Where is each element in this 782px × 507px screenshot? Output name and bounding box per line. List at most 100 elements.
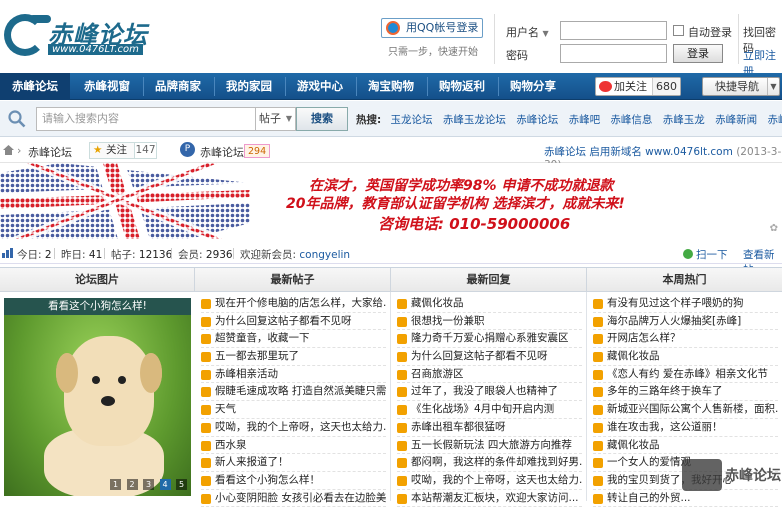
nav-item-forum[interactable]: 赤峰论坛 — [0, 73, 70, 100]
forum-stats: 今日: 2 昨日: 41 帖子: 12136 会员: 2936 欢迎新会员: c… — [0, 242, 782, 276]
list-item[interactable]: 都闷啊，我这样的条件却难找到好男... — [397, 454, 582, 472]
slide-page-button[interactable]: 3 — [143, 479, 154, 490]
logo-url: www.0476LT.com — [48, 44, 143, 55]
auto-login-label: 自动登录 — [688, 26, 732, 39]
weibo-follow-button[interactable]: 加关注 680 — [595, 77, 681, 96]
stat-posts: 帖子: 12136 — [111, 249, 173, 261]
nav-item-home[interactable]: 我的家园 — [214, 73, 284, 100]
list-item[interactable]: 看看这个小狗怎么样！ — [201, 472, 386, 490]
hot-keyword[interactable]: 玉龙论坛 — [391, 114, 433, 126]
hot-keyword[interactable]: 赤峰玉龙 — [663, 114, 705, 126]
hot-keyword[interactable]: 赤峰论坛 — [516, 114, 558, 126]
list-item[interactable]: 开网店怎么样？ — [593, 330, 778, 349]
hot-keyword[interactable]: 赤峰信息 — [610, 114, 652, 126]
nav-item-window[interactable]: 赤峰视窗 — [72, 73, 142, 100]
list-item[interactable]: 为什么回复这帖子都看不见呀 — [201, 313, 386, 331]
username-label[interactable]: 用户名 ▼ — [506, 24, 549, 40]
chevron-right-icon: › — [17, 144, 22, 157]
nav-item-rebate[interactable]: 购物返利 — [427, 73, 497, 100]
list-item[interactable]: 藏佩化妆品 — [593, 437, 778, 455]
hot-keyword[interactable]: 赤峰 — [767, 114, 782, 126]
list-item[interactable]: 现在开个修电脑的店怎么样，大家给... — [201, 295, 386, 313]
login-button[interactable]: 登录 — [673, 44, 723, 63]
post-icon — [397, 334, 407, 345]
post-icon — [593, 440, 603, 451]
nav-item-share[interactable]: 购物分享 — [498, 73, 568, 100]
list-item[interactable]: 为什么回复这帖子都看不见呀 — [397, 348, 582, 366]
forum-follow-button[interactable]: ★ 关注 147 — [89, 142, 157, 159]
chevron-down-icon: ▼ — [285, 114, 292, 123]
auto-login-checkbox[interactable] — [673, 25, 684, 36]
list-item[interactable]: 本站帮潮友汇板块，欢迎大家访问... — [397, 490, 582, 507]
list-item[interactable]: 藏佩化妆品 — [397, 295, 582, 313]
list-item[interactable]: 五一都去那里玩了 — [201, 348, 386, 366]
hot-keyword[interactable]: 赤峰新闻 — [715, 114, 757, 126]
list-item[interactable]: 赤峰相亲活动 — [201, 366, 386, 384]
post-icon — [593, 334, 603, 345]
list-item[interactable]: 哎呦，我的个上帝呀，这天也太给力... — [201, 419, 386, 437]
hot-keyword[interactable]: 赤峰吧 — [569, 114, 601, 126]
list-item[interactable]: 很想找一份兼职 — [397, 313, 582, 331]
list-item[interactable]: 假睫毛速成攻略 打造自然派美睫只需... — [201, 383, 386, 402]
new-replies-list: 藏佩化妆品 很想找一份兼职 隆力奇千万爱心捐赠心系雅安震区 为什么回复这帖子都看… — [391, 292, 587, 507]
list-item[interactable]: 过年了，我没了眼袋人也精神了 — [397, 383, 582, 402]
slide-page-button[interactable]: 4 — [159, 479, 171, 490]
search-type-value: 帖子 — [259, 112, 281, 125]
site-logo[interactable]: 赤峰论坛 www.0476LT.com — [4, 12, 154, 58]
search-button[interactable]: 搜索 — [296, 107, 348, 131]
list-item[interactable]: 小心变阴阳脸 女孩引必看去在边脸美容... — [201, 490, 386, 507]
list-item[interactable]: 新人来报道了！ — [201, 454, 386, 472]
post-icon — [593, 369, 603, 380]
post-icon — [201, 405, 211, 416]
list-item[interactable]: 五一长假新玩法 四大旅游方向推荐 — [397, 437, 582, 455]
slide-pager: 1 2 3 4 5 — [108, 477, 187, 490]
scan-qr-link[interactable]: 扫一下 — [683, 247, 728, 262]
list-item[interactable]: 新城亚兴国际公寓个人售新楼，面积... — [593, 401, 778, 419]
search-icon — [8, 110, 26, 128]
qq-login-button[interactable]: 用QQ帐号登录 — [381, 18, 483, 38]
slide-page-button[interactable]: 1 — [110, 479, 121, 490]
hot-keyword[interactable]: 赤峰玉龙论坛 — [443, 114, 506, 126]
password-input[interactable] — [560, 44, 667, 63]
list-item[interactable]: 多年的三路年终于换车了 — [593, 383, 778, 402]
list-item[interactable]: 有没有见过这个样子喂奶的狗 — [593, 295, 778, 313]
home-icon[interactable] — [3, 145, 14, 155]
channel-link[interactable]: 赤峰论坛 — [200, 144, 244, 160]
list-item[interactable]: 召商旅游区 — [397, 366, 582, 384]
slide-caption[interactable]: 看看这个小狗怎么样! — [4, 298, 191, 315]
quick-nav-label: 快捷导航 — [715, 80, 759, 93]
new-member-link[interactable]: congyelin — [299, 249, 350, 261]
banner-line-1: 在滨才，英国留学成功率98% 申请不成功就退款 — [309, 178, 614, 194]
search-type-select[interactable]: 帖子 ▼ — [256, 107, 296, 131]
follow-label: 关注 — [106, 144, 127, 156]
nav-item-brands[interactable]: 品牌商家 — [143, 73, 213, 100]
list-item[interactable]: 天气 — [201, 401, 386, 419]
list-item[interactable]: 《恋人有约 爱在赤峰》相亲文化节 — [593, 366, 778, 384]
picture-slideshow[interactable]: 看看这个小狗怎么样! 1 2 3 4 5 — [4, 298, 191, 496]
list-item[interactable]: 《生化战场》4月中旬开启内测 — [397, 401, 582, 419]
list-item[interactable]: 隆力奇千万爱心捐赠心系雅安震区 — [397, 330, 582, 349]
list-item[interactable]: 哎呦，我的个上帝呀，这天也太给力... — [397, 472, 582, 490]
hot-searches: 热搜: 玉龙论坛 赤峰玉龙论坛 赤峰论坛 赤峰吧 赤峰信息 赤峰玉龙 赤峰新闻 … — [356, 112, 782, 127]
quick-nav-button[interactable]: 快捷导航 ▼ — [702, 77, 780, 96]
list-item[interactable]: 谁在攻击我，这公道丽！ — [593, 419, 778, 437]
list-item[interactable]: 赤峰出租车都很猛呀 — [397, 419, 582, 437]
username-input[interactable] — [560, 21, 667, 40]
nav-item-taobao[interactable]: 淘宝购物 — [356, 73, 426, 100]
slide-page-button[interactable]: 2 — [126, 479, 138, 490]
list-item[interactable]: 海尔品牌万人火爆抽奖[赤峰] — [593, 313, 778, 331]
ad-banner[interactable]: 在滨才，英国留学成功率98% 申请不成功就退款 20年品牌，教育部认证留学机构 … — [0, 163, 782, 239]
slide-page-button[interactable]: 5 — [176, 479, 187, 490]
breadcrumb-forum[interactable]: 赤峰论坛 — [28, 144, 72, 160]
post-icon — [201, 440, 211, 451]
post-icon — [397, 475, 407, 486]
search-input[interactable]: 请输入搜索内容 — [36, 107, 256, 131]
nav-item-games[interactable]: 游戏中心 — [285, 73, 355, 100]
list-item[interactable]: 藏佩化妆品 — [593, 348, 778, 366]
post-icon — [397, 493, 407, 504]
stats-chart-icon — [2, 248, 13, 258]
post-icon — [593, 316, 603, 327]
list-item[interactable]: 西水泉 — [201, 437, 386, 455]
list-item[interactable]: 超赞童音，收藏一下 — [201, 330, 386, 349]
content-columns: 论坛图片 最新帖子 最新回复 本周热门 看看这个小狗怎么样! 1 2 3 4 5… — [0, 267, 782, 507]
